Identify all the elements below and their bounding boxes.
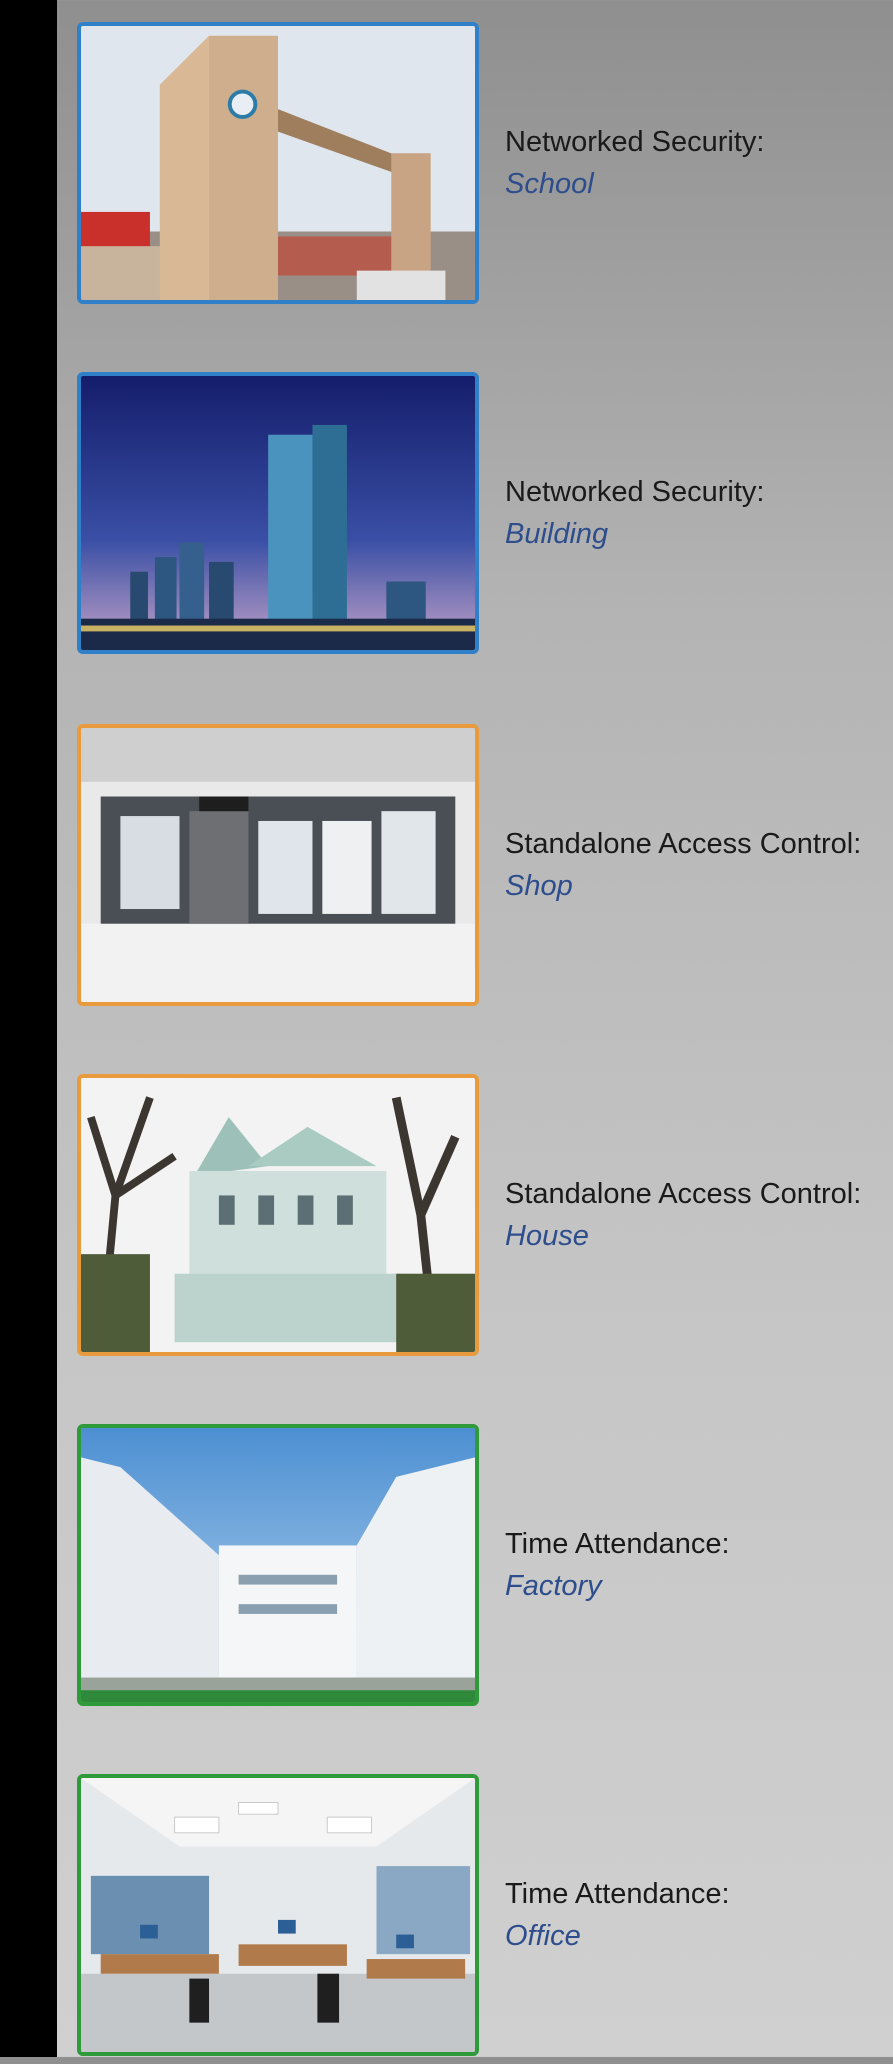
shop-photo [77,724,479,1006]
subject-label: House [505,1220,589,1252]
building-photo [77,372,479,654]
school-photo [77,22,479,304]
category-label: Time Attendance: [505,1528,730,1560]
subject-label: Factory [505,1570,602,1602]
list-item-school: Networked Security: School [0,22,893,312]
house-photo [77,1074,479,1356]
subject-label: Office [505,1920,581,1952]
category-label: Standalone Access Control: [505,1178,862,1210]
factory-photo [77,1424,479,1706]
category-label: Networked Security: [505,476,765,508]
category-label: Standalone Access Control: [505,828,862,860]
list-item-office: Time Attendance: Office [0,1774,893,2064]
subject-label: Shop [505,870,573,902]
office-photo [77,1774,479,2056]
category-label: Networked Security: [505,126,765,158]
category-label: Time Attendance: [505,1878,730,1910]
subject-label: School [505,168,594,200]
list-item-shop: Standalone Access Control: Shop [0,724,893,1014]
subject-label: Building [505,518,609,550]
list-item-factory: Time Attendance: Factory [0,1424,893,1714]
list-item-building: Networked Security: Building [0,372,893,662]
list-item-house: Standalone Access Control: House [0,1074,893,1364]
